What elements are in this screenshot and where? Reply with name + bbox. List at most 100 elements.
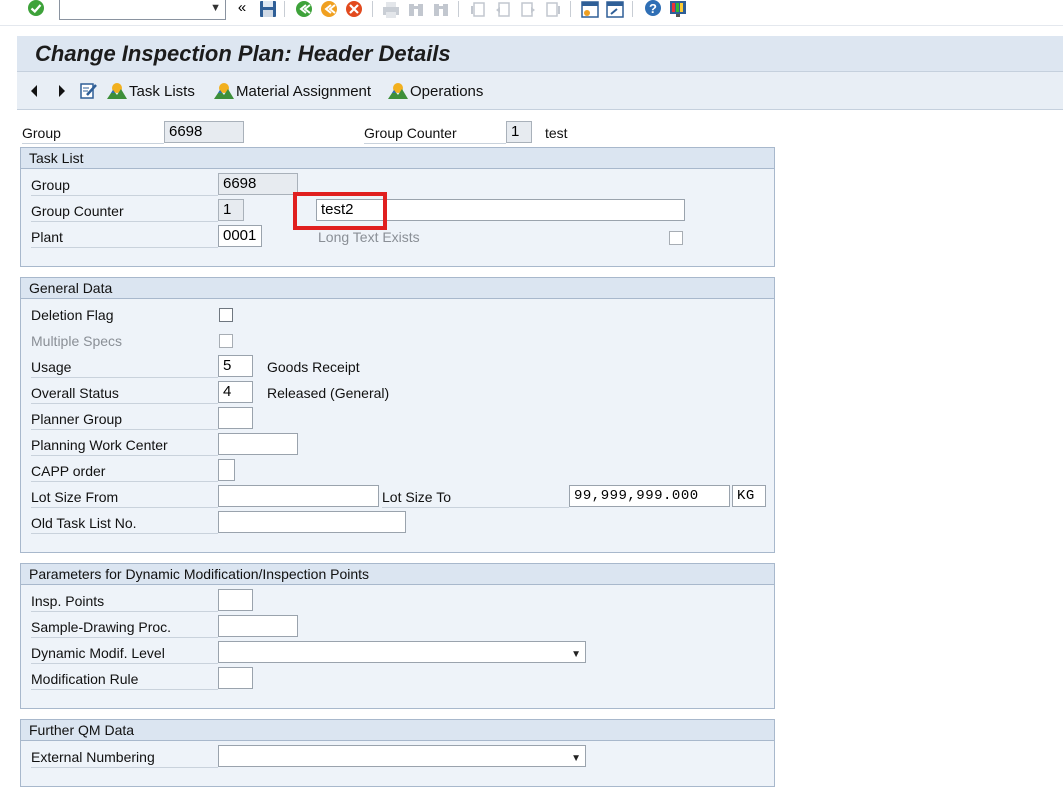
mountains-icon xyxy=(214,83,234,99)
external-numbering-label: External Numbering xyxy=(31,746,218,768)
insp-points-label: Insp. Points xyxy=(31,590,218,612)
toolbar-separator xyxy=(570,1,571,17)
dynamic-modification-group-header: Parameters for Dynamic Modification/Insp… xyxy=(21,564,774,585)
mountains-icon xyxy=(388,83,408,99)
task-list-group-header: Task List xyxy=(21,148,774,169)
planner-group-label: Planner Group xyxy=(31,408,218,430)
planning-work-center-field[interactable] xyxy=(218,433,298,455)
toolbar-separator xyxy=(372,1,373,17)
long-text-exists-checkbox xyxy=(669,231,683,245)
deletion-flag-label: Deletion Flag xyxy=(31,307,114,323)
header-group-field: 6698 xyxy=(164,121,244,143)
lot-size-from-label: Lot Size From xyxy=(31,486,218,508)
capp-order-label: CAPP order xyxy=(31,460,218,482)
next-object-button[interactable] xyxy=(57,81,67,101)
previous-object-button[interactable] xyxy=(29,81,39,101)
application-toolbar: Task Lists Material Assignment Operation… xyxy=(17,72,1063,110)
cancel-icon[interactable] xyxy=(344,0,364,20)
usage-field[interactable]: 5 xyxy=(218,355,253,377)
lot-size-to-field[interactable]: 99,999,999.000 xyxy=(569,485,730,507)
operations-button[interactable]: Operations xyxy=(388,81,483,101)
material-assignment-label: Material Assignment xyxy=(236,82,372,100)
operations-label: Operations xyxy=(410,82,484,100)
print-icon[interactable] xyxy=(381,0,401,20)
overall-status-field[interactable]: 4 xyxy=(218,381,253,403)
modification-rule-field[interactable] xyxy=(218,667,253,689)
mountains-icon xyxy=(107,83,127,99)
further-qm-group-header: Further QM Data xyxy=(21,720,774,741)
old-task-list-label: Old Task List No. xyxy=(31,512,218,534)
title-bar: Change Inspection Plan: Header Details xyxy=(17,36,1063,72)
chevron-down-icon[interactable]: ▼ xyxy=(210,2,221,14)
display-change-button[interactable] xyxy=(79,81,99,101)
further-qm-group-title: Further QM Data xyxy=(29,722,135,738)
lot-size-unit-field[interactable]: KG xyxy=(732,485,766,507)
new-session-icon[interactable] xyxy=(580,0,600,20)
external-numbering-select[interactable]: ▼ xyxy=(218,745,586,767)
dyn-modif-level-label: Dynamic Modif. Level xyxy=(31,642,218,664)
header-group-label: Group xyxy=(22,122,164,144)
shortcut-icon[interactable] xyxy=(605,0,625,20)
general-data-group-header: General Data xyxy=(21,278,774,299)
multiple-specs-checkbox xyxy=(219,334,233,348)
next-page-icon[interactable] xyxy=(518,0,538,20)
find-next-icon[interactable] xyxy=(431,0,451,20)
highlight-box xyxy=(293,192,387,230)
old-task-list-field[interactable] xyxy=(218,511,406,533)
first-page-icon[interactable] xyxy=(468,0,488,20)
header-group-counter-field: 1 xyxy=(506,121,532,143)
dynamic-modification-group-title: Parameters for Dynamic Modification/Insp… xyxy=(29,566,370,582)
task-list-group-label: Group xyxy=(31,174,218,196)
toolbar-separator xyxy=(632,1,633,17)
planning-work-center-label: Planning Work Center xyxy=(31,434,218,456)
task-list-group-title: Task List xyxy=(29,150,84,166)
usage-text: Goods Receipt xyxy=(267,359,360,375)
svg-text:?: ? xyxy=(649,1,657,16)
modification-rule-label: Modification Rule xyxy=(31,668,218,690)
insp-points-field[interactable] xyxy=(218,589,253,611)
dyn-modif-level-select[interactable]: ▼ xyxy=(218,641,586,663)
toolbar-separator xyxy=(284,1,285,17)
prev-page-icon[interactable] xyxy=(493,0,513,20)
command-field[interactable]: ▼ xyxy=(59,0,226,20)
overall-status-label: Overall Status xyxy=(31,382,218,404)
save-icon[interactable] xyxy=(258,0,278,20)
find-icon[interactable] xyxy=(406,0,426,20)
sample-drawing-field[interactable] xyxy=(218,615,298,637)
lot-size-to-label: Lot Size To xyxy=(382,486,569,508)
chevron-down-icon[interactable]: ▼ xyxy=(571,645,581,665)
expand-icon[interactable]: « xyxy=(232,0,252,17)
task-list-group-field: 6698 xyxy=(218,173,298,195)
enter-icon[interactable] xyxy=(26,0,46,20)
customize-layout-icon[interactable] xyxy=(668,0,688,20)
multiple-specs-label: Multiple Specs xyxy=(31,333,123,349)
task-list-group-counter-label: Group Counter xyxy=(31,200,218,222)
deletion-flag-checkbox[interactable] xyxy=(219,308,233,322)
plant-label: Plant xyxy=(31,226,218,248)
planner-group-field[interactable] xyxy=(218,407,253,429)
plant-field[interactable]: 0001 xyxy=(218,225,262,247)
chevron-down-icon[interactable]: ▼ xyxy=(571,749,581,769)
overall-status-text: Released (General) xyxy=(267,385,390,401)
triangle-right-icon xyxy=(59,85,65,97)
last-page-icon[interactable] xyxy=(543,0,563,20)
general-data-group-title: General Data xyxy=(29,280,113,296)
task-lists-button[interactable]: Task Lists xyxy=(107,81,195,101)
edit-pencil-icon xyxy=(80,83,97,99)
toolbar-separator xyxy=(458,1,459,17)
capp-order-field[interactable] xyxy=(218,459,235,481)
lot-size-from-field[interactable] xyxy=(218,485,379,507)
task-lists-label: Task Lists xyxy=(129,82,195,100)
sample-drawing-label: Sample-Drawing Proc. xyxy=(31,616,218,638)
help-icon[interactable]: ? xyxy=(643,0,663,20)
task-list-group-counter-field: 1 xyxy=(218,199,244,221)
system-toolbar: ▼ « ? xyxy=(0,0,1063,26)
exit-icon[interactable] xyxy=(319,0,339,20)
back-icon[interactable] xyxy=(294,0,314,20)
material-assignment-button[interactable]: Material Assignment xyxy=(214,81,371,101)
header-group-counter-text: test xyxy=(545,125,568,141)
header-group-counter-label: Group Counter xyxy=(364,122,506,144)
page-title: Change Inspection Plan: Header Details xyxy=(35,41,451,66)
triangle-left-icon xyxy=(31,85,37,97)
usage-label: Usage xyxy=(31,356,218,378)
